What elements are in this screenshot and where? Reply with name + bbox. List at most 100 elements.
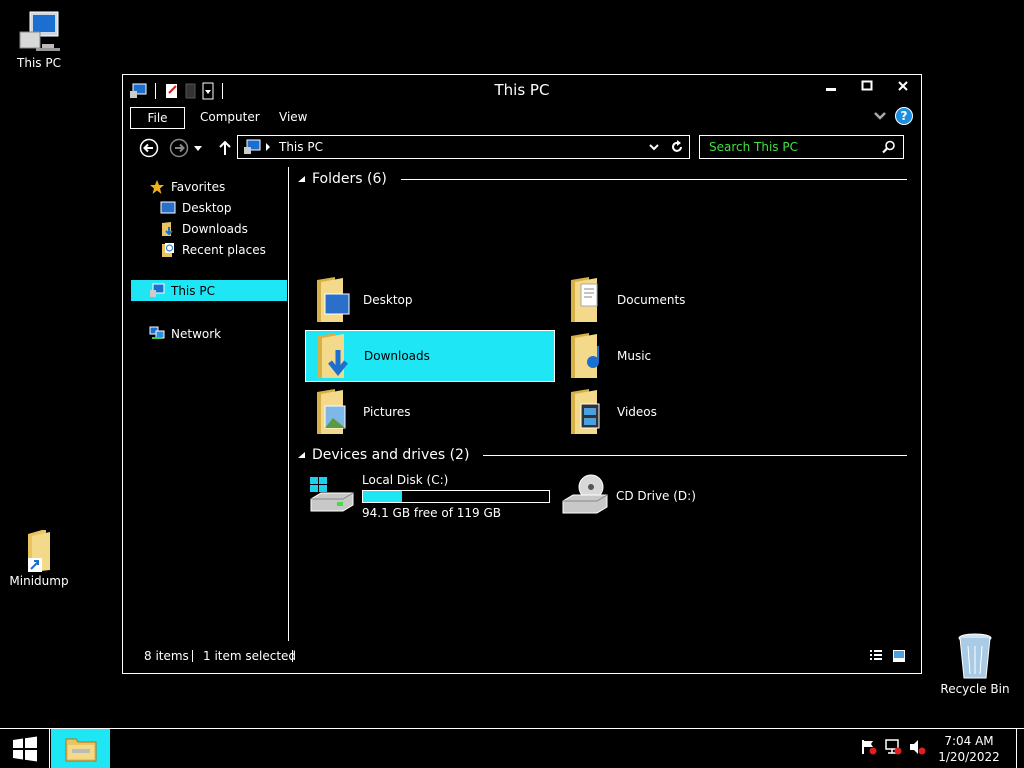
- address-path: This PC: [279, 140, 323, 154]
- drive-tile-local-disk[interactable]: Local Disk (C:) 94.1 GB free of 119 GB: [305, 471, 555, 523]
- explorer-window[interactable]: This PC File Computer View ? This PC Sea…: [122, 74, 922, 674]
- folders-header-label: Folders (6): [312, 171, 387, 187]
- status-separator: [292, 650, 293, 662]
- videos-folder-icon: [571, 389, 600, 434]
- nav-item-label: This PC: [171, 283, 215, 298]
- desktop-folder-icon: [317, 277, 350, 322]
- recent-locations-button[interactable]: [191, 137, 205, 159]
- navigation-pane: Favorites Desktop Downloads Recent place…: [123, 167, 289, 641]
- folder-tile-videos[interactable]: Videos: [559, 386, 809, 438]
- windows-logo-icon: [12, 736, 37, 761]
- chevron-down-icon[interactable]: [873, 111, 887, 121]
- nav-item-label: Network: [171, 326, 222, 341]
- minimize-button[interactable]: [813, 75, 849, 97]
- desktop-icon-this-pc[interactable]: This PC: [4, 10, 74, 70]
- chevron-right-icon: [266, 143, 270, 151]
- folder-tile-pictures[interactable]: Pictures: [305, 386, 555, 438]
- folder-tile-music[interactable]: Music: [559, 330, 809, 382]
- devices-group-header[interactable]: Devices and drives (2): [297, 445, 907, 465]
- up-button[interactable]: [214, 137, 236, 159]
- maximize-button[interactable]: [849, 75, 885, 97]
- ribbon-right-controls: ?: [873, 107, 913, 125]
- back-button[interactable]: [138, 137, 160, 159]
- drive-label: Local Disk (C:): [362, 473, 449, 487]
- refresh-icon[interactable]: [670, 140, 684, 154]
- nav-desktop[interactable]: Desktop: [160, 197, 232, 218]
- downloads-icon: [162, 221, 173, 236]
- folder-tile-label: Documents: [617, 293, 686, 307]
- tab-computer[interactable]: Computer: [200, 107, 260, 129]
- folder-tile-label: Videos: [617, 405, 657, 419]
- tab-view[interactable]: View: [279, 107, 307, 129]
- window-title: This PC: [494, 81, 550, 99]
- clock-time: 7:04 AM: [944, 734, 994, 748]
- up-arrow-icon: [219, 140, 231, 155]
- folder-tile-label: Desktop: [363, 293, 413, 307]
- this-pc-small-icon: [150, 283, 165, 297]
- file-explorer-icon: [65, 738, 96, 761]
- maximize-icon: [861, 80, 873, 91]
- volume-muted-icon[interactable]: [908, 739, 926, 755]
- search-placeholder: Search This PC: [709, 140, 798, 154]
- pictures-folder-icon: [317, 389, 346, 434]
- nav-network[interactable]: Network: [149, 323, 221, 344]
- tab-file[interactable]: File: [130, 107, 185, 129]
- folder-tile-downloads[interactable]: Downloads: [305, 330, 555, 382]
- nav-this-pc[interactable]: This PC: [131, 280, 287, 301]
- music-folder-icon: [571, 333, 599, 378]
- folder-shortcut-icon: [28, 530, 50, 572]
- folder-tile-label: Downloads: [364, 349, 430, 363]
- details-view-icon[interactable]: [869, 649, 883, 663]
- minimize-icon: [826, 88, 836, 91]
- action-center-flag-icon[interactable]: [860, 739, 878, 755]
- nav-downloads[interactable]: Downloads: [160, 218, 248, 239]
- folder-tile-documents[interactable]: Documents: [559, 274, 809, 326]
- back-arrow-icon: [139, 138, 159, 158]
- taskbar-clock[interactable]: 7:04 AM 1/20/2022: [930, 733, 1008, 765]
- drive-tile-cd[interactable]: CD Drive (D:): [559, 471, 809, 523]
- address-dropdown-icon[interactable]: [649, 143, 659, 151]
- close-button[interactable]: [885, 75, 921, 97]
- search-icon: [882, 140, 895, 154]
- group-divider: [400, 178, 907, 180]
- address-bar[interactable]: This PC: [237, 135, 690, 159]
- downloads-folder-icon: [318, 333, 348, 378]
- forward-arrow-icon: [169, 138, 189, 158]
- large-icons-view-icon[interactable]: [892, 649, 906, 663]
- taskbar-file-explorer[interactable]: [51, 729, 110, 768]
- navigation-bar: This PC Search This PC: [123, 133, 921, 163]
- this-pc-small-icon: [244, 139, 261, 154]
- drive-label: CD Drive (D:): [616, 489, 696, 503]
- forward-button[interactable]: [168, 137, 190, 159]
- taskbar: 7:04 AM 1/20/2022: [0, 728, 1024, 768]
- start-button[interactable]: [0, 729, 50, 768]
- recent-places-icon: [162, 242, 174, 257]
- local-disk-icon: [310, 477, 354, 512]
- nav-item-label: Downloads: [182, 221, 248, 236]
- nav-item-label: Desktop: [182, 200, 232, 215]
- network-tray-icon[interactable]: [884, 739, 902, 755]
- help-icon[interactable]: ?: [895, 107, 913, 125]
- show-desktop-button[interactable]: [1016, 729, 1024, 768]
- drive-free-space: 94.1 GB free of 119 GB: [362, 506, 501, 520]
- folder-tile-desktop[interactable]: Desktop: [305, 274, 555, 326]
- desktop-icon-minidump[interactable]: Minidump: [4, 528, 74, 588]
- folders-group-header[interactable]: Folders (6): [297, 169, 907, 189]
- clock-date: 1/20/2022: [938, 750, 1000, 764]
- system-tray: [860, 739, 926, 755]
- desktop-icon-recycle-bin[interactable]: Recycle Bin: [940, 632, 1010, 696]
- star-icon: [150, 179, 164, 194]
- nav-recent-places[interactable]: Recent places: [160, 239, 266, 260]
- content-pane: Folders (6) Desktop Documents Downloads …: [293, 167, 913, 637]
- desktop-icon: [160, 201, 176, 213]
- network-icon: [149, 326, 165, 339]
- collapse-triangle-icon: [298, 451, 305, 458]
- recycle-bin-icon: [958, 633, 992, 679]
- folder-tile-label: Pictures: [363, 405, 411, 419]
- title-bar[interactable]: This PC: [123, 75, 921, 105]
- caret-down-icon: [194, 146, 202, 151]
- status-item-count: 8 items: [144, 649, 189, 663]
- documents-folder-icon: [571, 277, 598, 322]
- search-box[interactable]: Search This PC: [699, 135, 904, 159]
- nav-favorites[interactable]: Favorites: [149, 176, 225, 197]
